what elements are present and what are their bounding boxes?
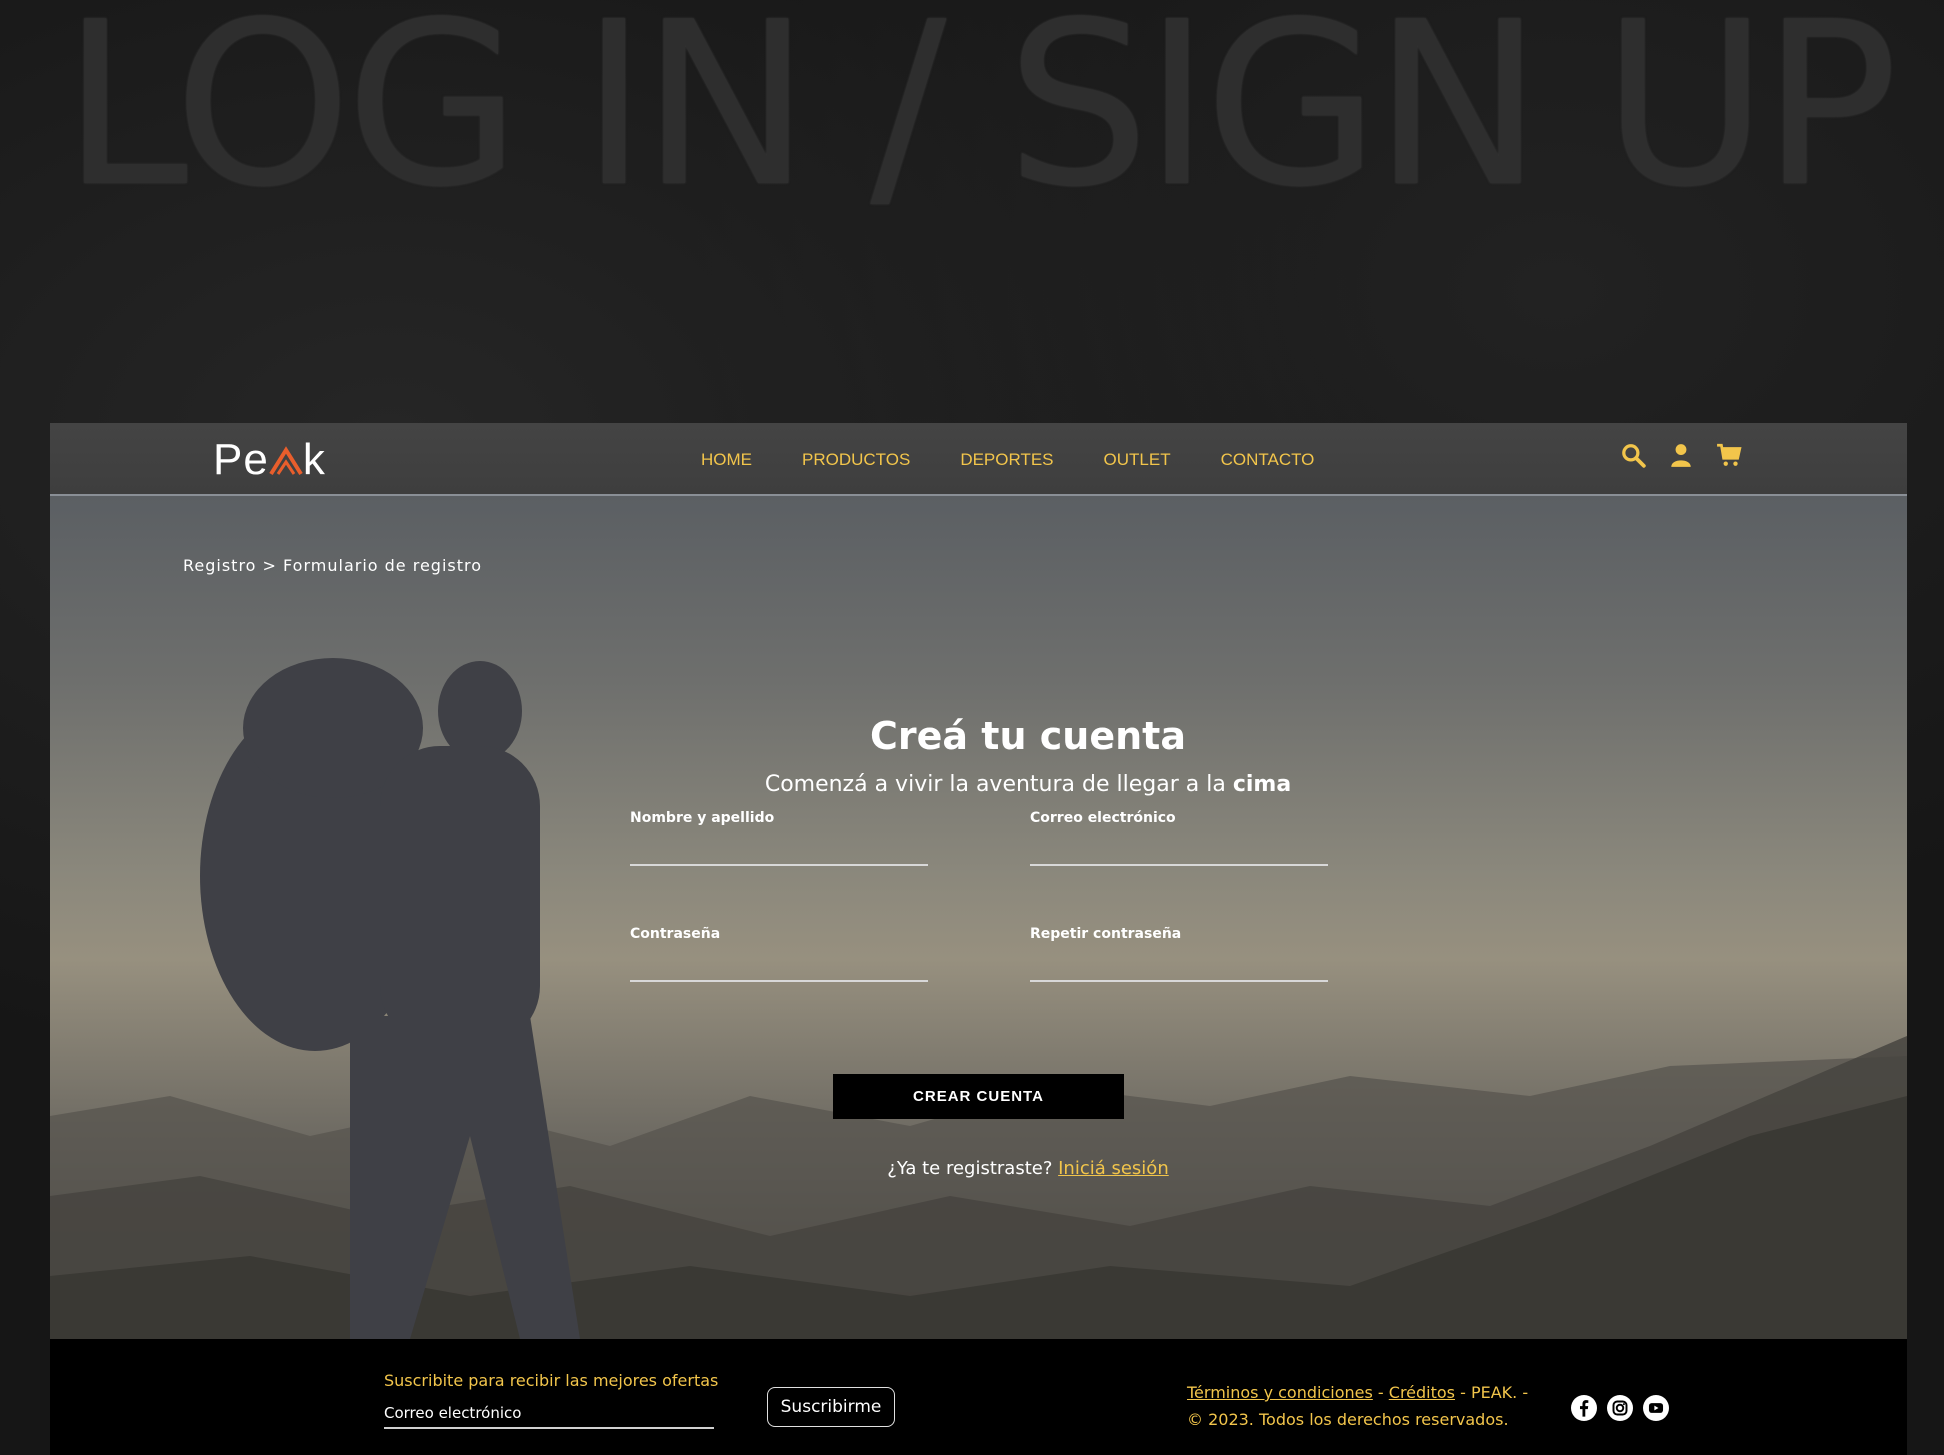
facebook-icon[interactable] <box>1571 1395 1597 1421</box>
subtitle-text: Comenzá a vivir la aventura de llegar a … <box>764 772 1233 797</box>
nav-outlet[interactable]: OUTLET <box>1104 450 1171 470</box>
newsletter-email-input[interactable] <box>384 1399 714 1429</box>
logo[interactable]: Pe k <box>213 435 326 485</box>
form-subtitle: Comenzá a vivir la aventura de llegar a … <box>610 772 1446 797</box>
repeat-password-field-input[interactable] <box>1030 980 1328 982</box>
name-field[interactable]: Nombre y apellido <box>630 810 928 866</box>
nav-productos[interactable]: PRODUCTOS <box>802 450 910 470</box>
name-field-label: Nombre y apellido <box>630 810 775 826</box>
subscribe-button[interactable]: Suscribirme <box>767 1387 895 1427</box>
youtube-icon[interactable] <box>1643 1395 1669 1421</box>
search-icon[interactable] <box>1620 442 1646 468</box>
breadcrumb: Registro > Formulario de registro <box>183 556 483 575</box>
password-field[interactable]: Contraseña <box>630 926 928 982</box>
logo-text-end: k <box>302 435 326 484</box>
password-field-input[interactable] <box>630 980 928 982</box>
social-links <box>1571 1395 1669 1421</box>
repeat-password-field[interactable]: Repetir contraseña <box>1030 926 1328 982</box>
subscribe-label: Suscribite para recibir las mejores ofer… <box>384 1371 719 1390</box>
mountain-landscape-image <box>50 658 1907 1339</box>
name-field-input[interactable] <box>630 864 928 866</box>
subtitle-emphasis: cima <box>1232 772 1292 797</box>
form-title-container: Creá tu cuenta <box>610 714 1446 758</box>
hero-scene: Registro > Formulario de registro Creá t… <box>50 496 1907 1339</box>
footer: Suscribite para recibir las mejores ofer… <box>50 1339 1907 1455</box>
legal-separator: - <box>1372 1383 1389 1402</box>
user-icon[interactable] <box>1668 442 1694 468</box>
logo-text-start: Pe <box>213 435 269 484</box>
terms-link[interactable]: Términos y condiciones <box>1187 1383 1373 1402</box>
nav-home[interactable]: HOME <box>701 450 752 470</box>
logo-mountain-icon <box>269 446 303 476</box>
cart-icon[interactable] <box>1716 442 1742 468</box>
form-title: Creá tu cuenta <box>870 714 1186 758</box>
credits-link[interactable]: Créditos <box>1389 1383 1455 1402</box>
nav-icons <box>1620 442 1742 468</box>
hero-title: LOG IN / SIGN UP <box>62 0 1898 237</box>
legal-text: Términos y condiciones - Créditos - PEAK… <box>1187 1379 1528 1433</box>
login-prompt: ¿Ya te registraste? Iniciá sesión <box>610 1158 1446 1179</box>
email-field-input[interactable] <box>1030 864 1328 866</box>
navbar: Pe k HOME PRODUCTOS DEPORTES OUTLET CONTA… <box>50 423 1907 496</box>
nav-menu: HOME PRODUCTOS DEPORTES OUTLET CONTACTO <box>701 450 1364 470</box>
copyright: © 2023. Todos los derechos reservados. <box>1187 1410 1509 1429</box>
create-account-button[interactable]: CREAR CUENTA <box>833 1074 1124 1119</box>
nav-contacto[interactable]: CONTACTO <box>1221 450 1315 470</box>
login-link[interactable]: Iniciá sesión <box>1058 1158 1169 1179</box>
brand-text: - PEAK. - <box>1455 1383 1529 1402</box>
site-mockup: Pe k HOME PRODUCTOS DEPORTES OUTLET CONTA… <box>50 423 1907 1455</box>
instagram-icon[interactable] <box>1607 1395 1633 1421</box>
repeat-password-field-label: Repetir contraseña <box>1030 926 1182 942</box>
email-field[interactable]: Correo electrónico <box>1030 810 1328 866</box>
email-field-label: Correo electrónico <box>1030 810 1176 826</box>
login-prompt-text: ¿Ya te registraste? <box>887 1158 1059 1179</box>
password-field-label: Contraseña <box>630 926 721 942</box>
nav-deportes[interactable]: DEPORTES <box>960 450 1053 470</box>
